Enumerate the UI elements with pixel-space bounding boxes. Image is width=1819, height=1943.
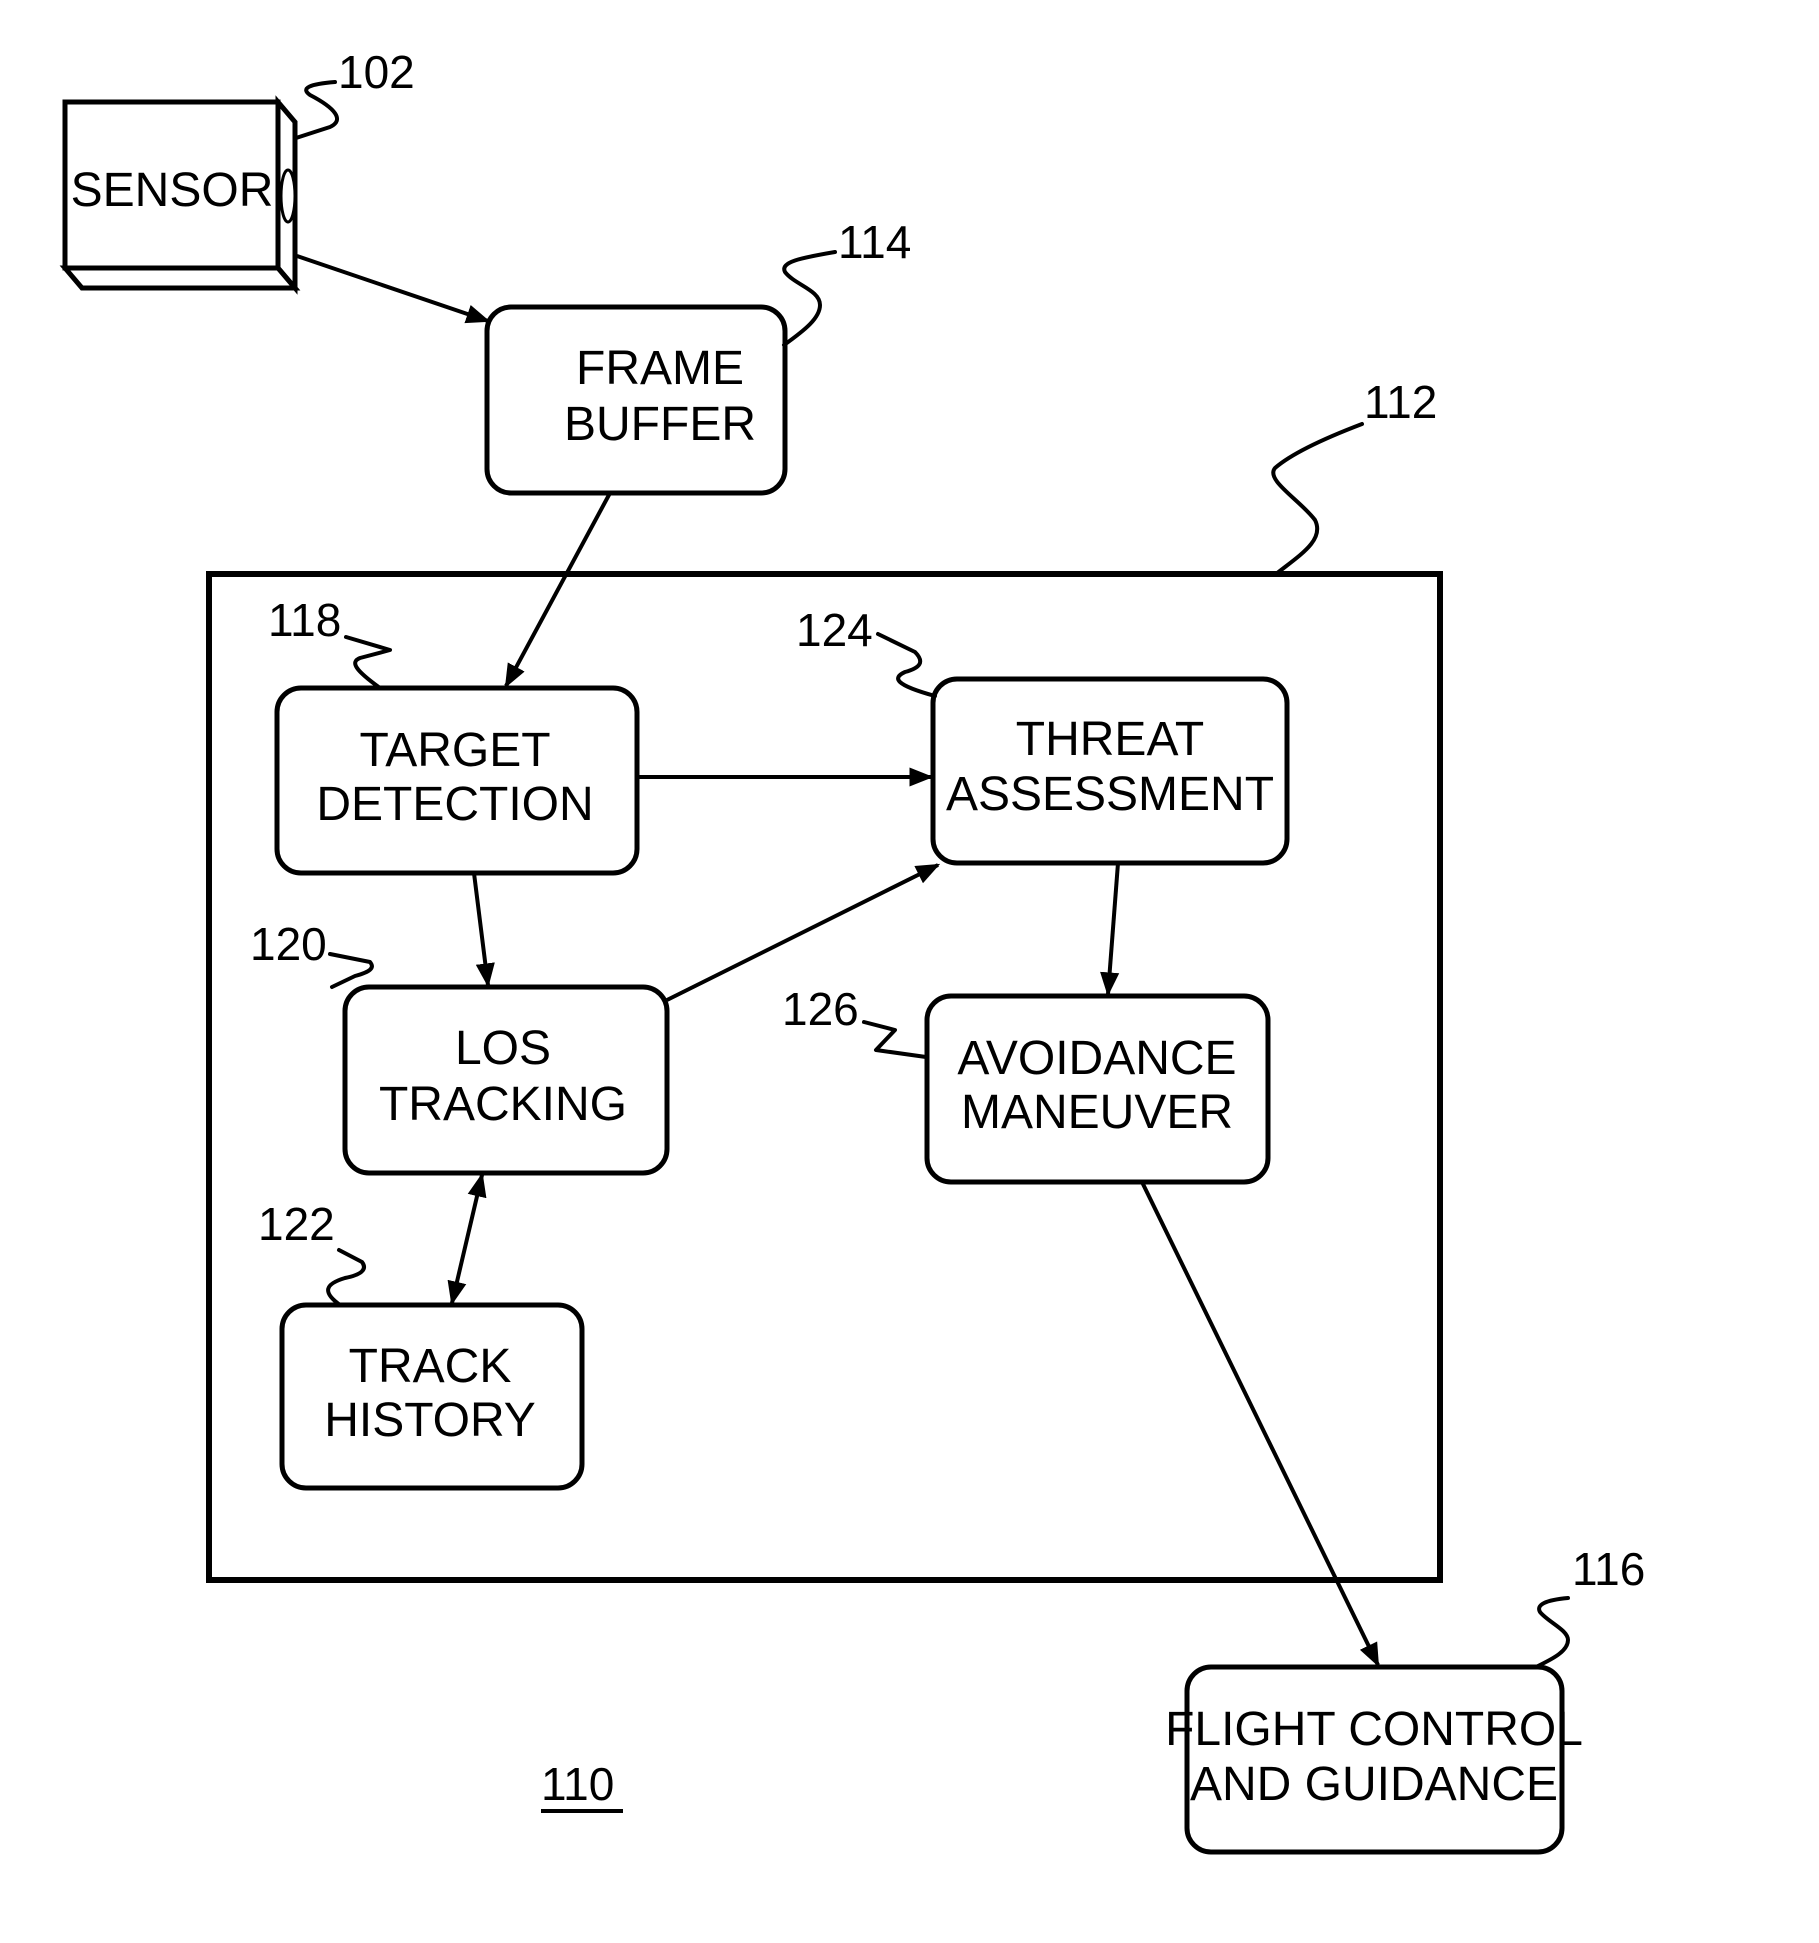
- block-diagram: 112 SENSOR 102 FRAME BUFFER 114 TARGET D…: [59, 46, 1645, 1855]
- avoidance-maneuver-block: AVOIDANCE MANEUVER: [924, 993, 1271, 1185]
- ref-label-114: 114: [838, 216, 911, 268]
- leader-line-118: [344, 635, 392, 690]
- track-history-label-line1: TRACK: [349, 1340, 512, 1393]
- arrow-target-detection-to-los-tracking: [472, 872, 495, 988]
- arrow-sensor-to-frame-buffer: [296, 254, 491, 324]
- flight-control-label-line1: FLIGHT CONTROL: [1165, 1703, 1583, 1756]
- leader-line-120: [328, 952, 374, 989]
- arrow-threat-assessment-to-avoidance-maneuver: [1100, 862, 1120, 997]
- target-detection-label-line2: DETECTION: [316, 778, 593, 831]
- ref-label-112: 112: [1364, 376, 1437, 428]
- ref-label-126: 126: [782, 983, 859, 1035]
- leader-line-112: [1271, 422, 1364, 576]
- ref-label-124: 124: [796, 604, 873, 656]
- avoidance-maneuver-label-line1: AVOIDANCE: [957, 1032, 1236, 1085]
- sensor-block: SENSOR: [59, 95, 301, 295]
- leader-line-102: [294, 80, 339, 140]
- leader-line-114: [782, 250, 837, 347]
- arrow-los-tracking-to-threat-assessment: [666, 863, 941, 1002]
- sensor-lens-icon: [279, 168, 297, 224]
- leader-line-126: [862, 1020, 928, 1059]
- arrow-frame-buffer-to-target-detection: [504, 492, 612, 689]
- threat-assessment-label-line2: ASSESSMENT: [946, 768, 1274, 821]
- avoidance-maneuver-label-line2: MANEUVER: [961, 1086, 1233, 1139]
- frame-buffer-label-line2: BUFFER: [564, 398, 756, 451]
- flight-control-label-line2: AND GUIDANCE: [1190, 1758, 1558, 1811]
- ref-label-120: 120: [250, 918, 327, 970]
- ref-label-122: 122: [258, 1198, 335, 1250]
- arrow-avoidance-maneuver-to-flight-control: [1140, 1181, 1380, 1668]
- leader-line-116: [1534, 1596, 1570, 1669]
- target-detection-label-line1: TARGET: [359, 724, 550, 777]
- frame-buffer-block: FRAME BUFFER: [484, 304, 788, 496]
- track-history-label-line2: HISTORY: [324, 1394, 536, 1447]
- los-tracking-label-line1: LOS: [455, 1022, 551, 1075]
- frame-buffer-label-line1: FRAME: [576, 342, 744, 395]
- ref-label-102: 102: [338, 46, 415, 98]
- leader-line-124: [876, 632, 937, 698]
- threat-assessment-label-line1: THREAT: [1016, 713, 1204, 766]
- ref-label-116: 116: [1572, 1543, 1645, 1595]
- los-tracking-block: LOS TRACKING: [342, 984, 670, 1176]
- sensor-label: SENSOR: [71, 164, 274, 217]
- figure-number: 110: [541, 1758, 614, 1810]
- threat-assessment-block: THREAT ASSESSMENT: [930, 676, 1290, 866]
- ref-label-118: 118: [268, 594, 341, 646]
- flight-control-block: FLIGHT CONTROL AND GUIDANCE: [1165, 1664, 1583, 1855]
- target-detection-block: TARGET DETECTION: [274, 685, 640, 876]
- arrow-los-tracking-track-history-bidirectional: [447, 1172, 487, 1306]
- los-tracking-label-line2: TRACKING: [379, 1078, 627, 1131]
- leader-line-122: [326, 1248, 366, 1307]
- track-history-block: TRACK HISTORY: [279, 1302, 585, 1491]
